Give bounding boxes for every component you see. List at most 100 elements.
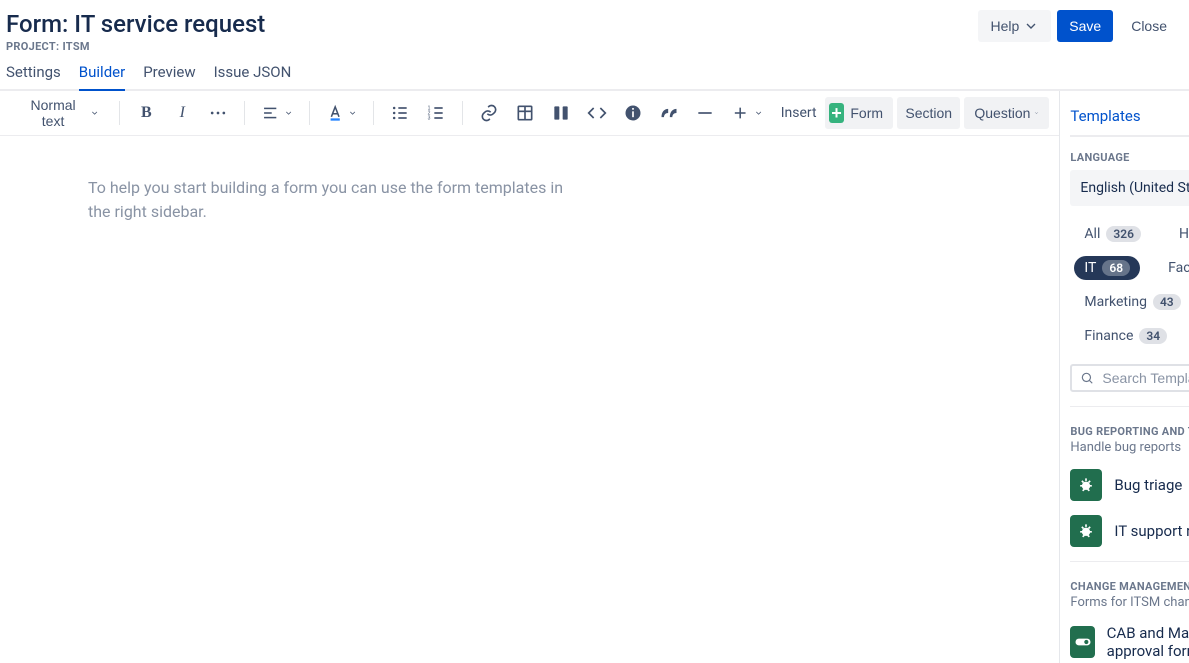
editor-canvas[interactable]: To help you start building a form you ca…	[0, 136, 660, 264]
template-item[interactable]: IT support request	[1070, 515, 1189, 547]
close-button[interactable]: Close	[1119, 10, 1179, 42]
sidebar-tab-templates[interactable]: Templates	[1070, 103, 1140, 137]
chevron-down-icon	[90, 108, 99, 118]
category-name: Marketing	[1084, 294, 1147, 310]
separator	[1070, 135, 1189, 137]
save-button[interactable]: Save	[1057, 10, 1113, 42]
insert-label: Insert	[781, 105, 817, 121]
separator	[309, 101, 310, 125]
code-icon	[587, 103, 607, 123]
category-name: HR	[1179, 226, 1189, 242]
template-item-name: CAB and Management approval form	[1107, 624, 1189, 660]
editor-column: Normal text B I 123	[0, 91, 1060, 663]
search-templates-input[interactable]	[1102, 370, 1189, 386]
template-group-desc: Handle bug reports	[1070, 440, 1189, 455]
category-count: 43	[1153, 294, 1181, 310]
insert-form-label: Form	[850, 105, 883, 121]
minus-icon	[695, 103, 715, 123]
divider-button[interactable]	[689, 97, 721, 129]
plus-square-icon: +	[829, 103, 845, 123]
category-name: All	[1084, 226, 1100, 242]
plus-icon	[731, 103, 749, 123]
bold-button[interactable]: B	[130, 97, 162, 129]
help-button[interactable]: Help	[978, 10, 1051, 42]
bullet-list-icon	[390, 103, 410, 123]
category-name: Finance	[1084, 328, 1133, 344]
separator	[373, 101, 374, 125]
category-pill-finance[interactable]: Finance 34	[1074, 324, 1177, 348]
chevron-down-icon	[1023, 18, 1039, 34]
language-select[interactable]: English (United States)	[1070, 170, 1189, 206]
layout-button[interactable]	[545, 97, 577, 129]
insert-section-button[interactable]: Section	[897, 97, 960, 129]
link-button[interactable]	[473, 97, 505, 129]
canvas-placeholder: To help you start building a form you ca…	[88, 176, 572, 224]
insert-plus-button[interactable]	[725, 97, 769, 129]
chevron-down-icon	[1034, 108, 1039, 118]
separator	[462, 101, 463, 125]
text-color-button[interactable]	[320, 97, 364, 129]
language-label: LANGUAGE	[1070, 151, 1189, 164]
language-value: English (United States)	[1080, 180, 1189, 196]
template-group-title: CHANGE MANAGEMENT	[1070, 580, 1189, 593]
category-pill-it[interactable]: IT 68	[1074, 256, 1140, 280]
editor-tabs: Settings Builder Preview Issue JSON	[0, 53, 1189, 91]
more-formatting-button[interactable]	[202, 97, 234, 129]
svg-text:3: 3	[428, 116, 431, 122]
workspace: Normal text B I 123	[0, 91, 1189, 663]
chevron-down-icon	[754, 108, 763, 118]
category-filters: All 326 HR136 IT 68 Facilities45 Marketing 43 Fi…	[1070, 222, 1189, 348]
template-item-name: IT support request	[1114, 522, 1189, 540]
tab-builder[interactable]: Builder	[79, 63, 125, 91]
quote-button[interactable]	[653, 97, 685, 129]
category-name: IT	[1084, 260, 1096, 276]
insert-question-button[interactable]: Question	[964, 97, 1049, 129]
header-actions: Help Save Close	[978, 10, 1179, 42]
chevron-down-icon	[284, 108, 293, 118]
align-button[interactable]	[255, 97, 299, 129]
tab-settings[interactable]: Settings	[6, 63, 61, 89]
template-item[interactable]: Bug triage	[1070, 469, 1189, 501]
bullet-list-button[interactable]	[384, 97, 416, 129]
text-color-icon	[326, 103, 344, 123]
table-icon	[515, 103, 535, 123]
info-icon	[623, 103, 643, 123]
category-count: 68	[1102, 260, 1130, 276]
text-style-label: Normal text	[20, 97, 86, 129]
tab-preview[interactable]: Preview	[143, 63, 195, 89]
category-pill-hr[interactable]: HR136	[1169, 222, 1189, 246]
close-label: Close	[1131, 18, 1167, 34]
align-left-icon	[261, 103, 279, 123]
templates-sidebar: Templates LANGUAGE English (United State…	[1060, 91, 1189, 663]
text-style-select[interactable]: Normal text	[10, 97, 109, 129]
insert-section-label: Section	[905, 105, 952, 121]
page-title: Form: IT service request	[6, 10, 978, 38]
bug-icon	[1070, 515, 1102, 547]
numbered-list-icon: 123	[426, 103, 446, 123]
category-pill-marketing[interactable]: Marketing 43	[1074, 290, 1189, 314]
category-count: 34	[1139, 328, 1167, 344]
toggle-icon	[1070, 626, 1094, 658]
category-name: Facilities	[1168, 260, 1189, 276]
info-panel-button[interactable]	[617, 97, 649, 129]
chevron-down-icon	[348, 108, 357, 118]
insert-form-button[interactable]: + Form	[825, 97, 893, 129]
separator	[119, 101, 120, 125]
search-icon	[1080, 371, 1094, 385]
search-templates-wrap[interactable]	[1070, 364, 1189, 392]
category-count: 326	[1106, 226, 1141, 242]
category-pill-facilities[interactable]: Facilities45	[1158, 256, 1189, 280]
template-item-name: Bug triage	[1114, 476, 1182, 494]
help-label: Help	[990, 18, 1019, 34]
table-button[interactable]	[509, 97, 541, 129]
template-item[interactable]: CAB and Management approval form	[1070, 624, 1189, 660]
italic-button[interactable]: I	[166, 97, 198, 129]
insert-question-label: Question	[974, 105, 1030, 121]
tab-issue-json[interactable]: Issue JSON	[214, 63, 292, 89]
bug-icon	[1070, 469, 1102, 501]
category-pill-all[interactable]: All 326	[1074, 222, 1151, 246]
code-button[interactable]	[581, 97, 613, 129]
link-icon	[479, 103, 499, 123]
numbered-list-button[interactable]: 123	[420, 97, 452, 129]
columns-icon	[551, 103, 571, 123]
